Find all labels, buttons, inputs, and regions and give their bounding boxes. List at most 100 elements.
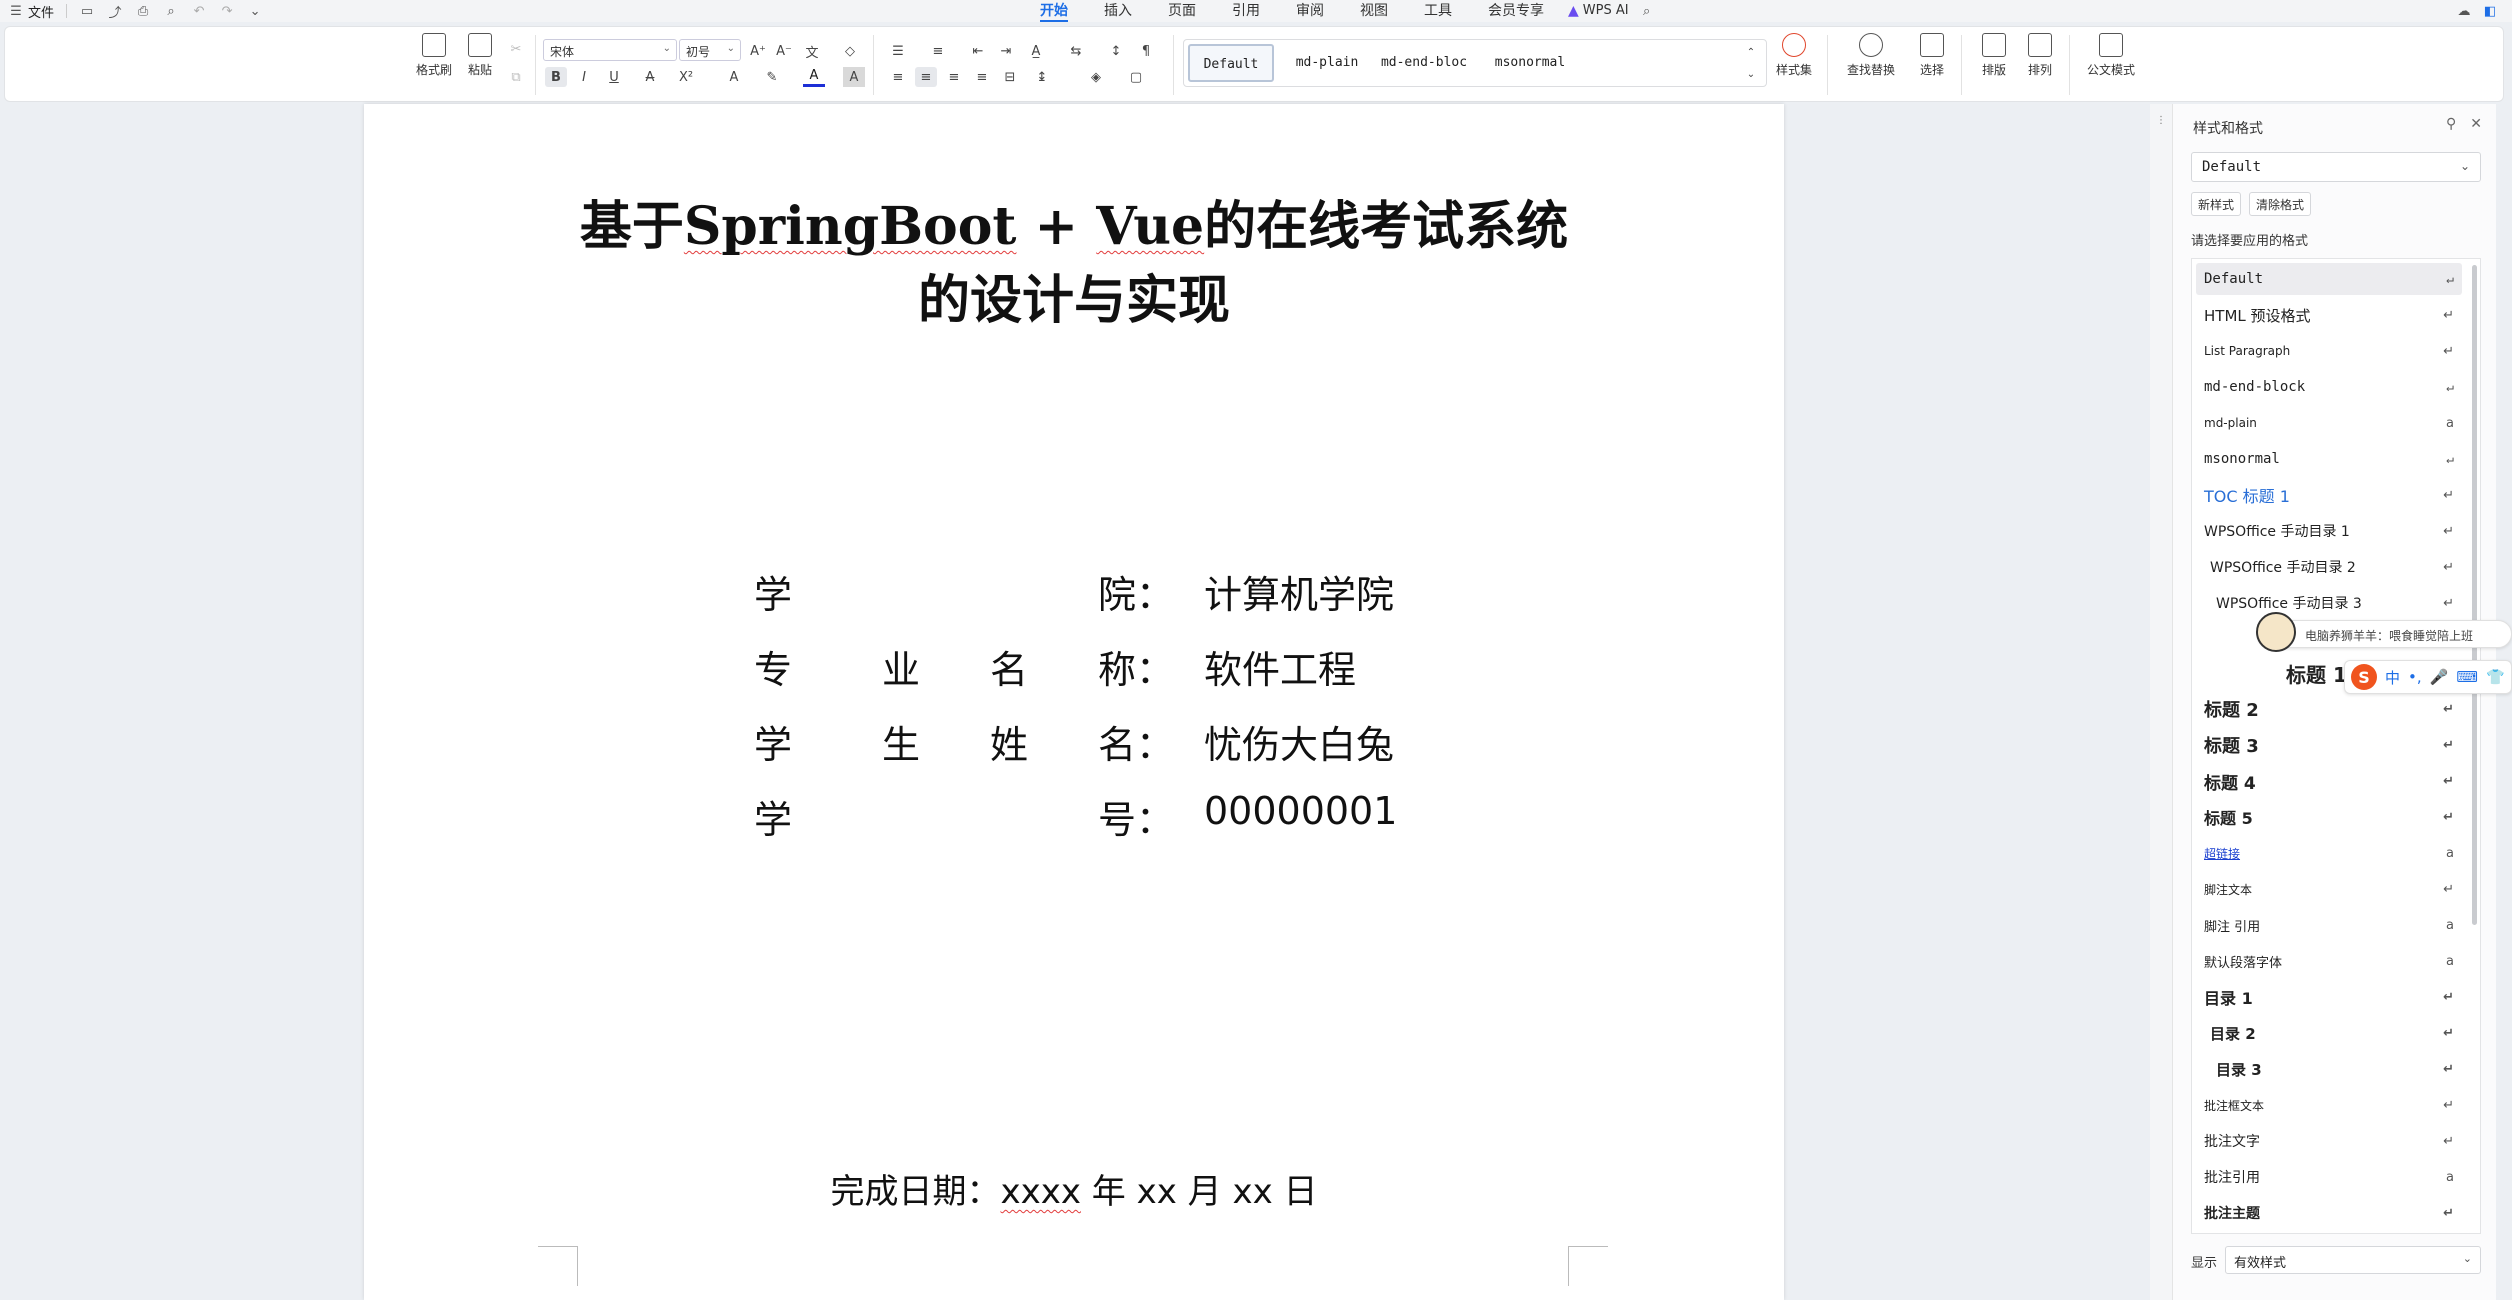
style-item-heading-4[interactable]: 标题 4 ↵ [2196,765,2462,797]
justify-icon[interactable]: ≡ [971,67,993,87]
style-item-comment-text[interactable]: 批注文字 ↵ [2196,1125,2462,1157]
redo-icon[interactable]: ↷ [219,3,235,19]
tab-view[interactable]: 视图 [1360,0,1388,22]
format-painter-button[interactable]: 格式刷 [411,33,457,78]
paste-button[interactable]: 粘贴 [457,33,503,78]
layout-button[interactable]: 排版 [1971,33,2017,78]
style-item-comment-reference[interactable]: 批注引用 a [2196,1161,2462,1193]
pin-icon[interactable]: ⚲ [2446,116,2456,132]
export-icon[interactable]: ⤴ [107,3,123,21]
italic-icon[interactable]: I [573,67,595,87]
gallery-style-default[interactable]: Default [1188,44,1274,82]
style-item-toc-3[interactable]: 目录 3 ↵ [2196,1053,2462,1085]
sogou-logo-icon[interactable]: S [2351,664,2377,690]
style-item-msonormal[interactable]: msonormal ↵ [2196,443,2462,475]
gallery-style-msonormal[interactable]: msonormal [1480,44,1580,82]
char-shading-icon[interactable]: A [843,67,865,87]
tab-member[interactable]: 会员专享 [1488,0,1544,22]
style-item-heading-5[interactable]: 标题 5 ↵ [2196,801,2462,833]
gallery-style-md-plain[interactable]: md-plain [1284,44,1370,82]
cut-icon[interactable]: ✂ [505,39,527,59]
undo-icon[interactable]: ↶ [191,3,207,19]
show-marks-icon[interactable]: ¶ [1135,41,1157,61]
align-right-icon[interactable]: ≡ [943,67,965,87]
gallery-expand-icon[interactable]: ⌄ [1740,64,1762,84]
align-center-icon[interactable]: ≡ [915,67,937,87]
style-item-wps-toc-1[interactable]: WPSOffice 手动目录 1 ↵ [2196,515,2462,547]
keyboard-icon[interactable]: ⌨ [2456,668,2478,686]
ime-mascot-icon[interactable] [2256,612,2296,652]
tab-insert[interactable]: 插入 [1104,0,1132,22]
phonetic-guide-icon[interactable]: 文 [801,41,823,61]
font-size-select[interactable]: 初号 ⌄ [679,39,741,61]
rail-handle-icon[interactable]: ⋮ [2150,110,2172,130]
clear-format-button[interactable]: 清除格式 [2249,192,2312,216]
style-item-footnote-reference[interactable]: 脚注 引用 a [2196,909,2462,941]
tab-review[interactable]: 审阅 [1296,0,1324,22]
style-list-scrollbar[interactable] [2472,265,2477,925]
cloud-sync-icon[interactable]: ☁ [2456,3,2472,19]
text-effect-icon[interactable]: A [723,67,745,87]
hamburger-menu-icon[interactable]: ☰ [8,3,24,19]
style-item-toc-2[interactable]: 目录 2 ↵ [2196,1017,2462,1049]
skin-icon[interactable]: 👕 [2486,668,2505,686]
clear-formatting-icon[interactable]: ◇ [839,41,861,61]
tab-page[interactable]: 页面 [1168,0,1196,22]
style-set-button[interactable]: 样式集 [1771,33,1817,78]
bold-icon[interactable]: B [545,67,567,87]
search-icon[interactable]: ⌕ [1639,3,1655,19]
superscript-icon[interactable]: X² [675,67,697,87]
grow-font-icon[interactable]: A⁺ [747,41,769,61]
bullet-list-icon[interactable]: ☰ [887,41,909,61]
style-item-heading-2[interactable]: 标题 2 ↵ [2196,693,2462,725]
style-item-heading-3[interactable]: 标题 3 ↵ [2196,729,2462,761]
font-color-icon[interactable]: A [803,67,825,87]
gallery-style-md-end-block[interactable]: md-end-bloc [1374,44,1474,82]
current-style-select[interactable]: Default ⌄ [2191,152,2481,182]
style-item-toc-heading[interactable]: TOC 标题 1 ↵ [2196,479,2462,511]
tab-tools[interactable]: 工具 [1424,0,1452,22]
style-item-wps-toc-3[interactable]: WPSOffice 手动目录 3 ↵ [2196,587,2462,619]
style-item-footnote-text[interactable]: 脚注文本 ↵ [2196,873,2462,905]
tab-references[interactable]: 引用 [1232,0,1260,22]
increase-indent-icon[interactable]: ⇥ [995,41,1017,61]
tab-home[interactable]: 开始 [1040,0,1068,22]
save-icon[interactable]: ▭ [79,3,95,19]
ime-tip-bubble[interactable]: 电脑养狮羊羊：喂食睡觉陪上班 [2258,620,2512,648]
align-left-icon[interactable]: ≡ [887,67,909,87]
style-item-default-paragraph-font[interactable]: 默认段落字体 a [2196,945,2462,977]
close-icon[interactable]: ✕ [2470,116,2482,132]
shading-icon[interactable]: ◈ [1085,67,1107,87]
text-direction-icon[interactable]: ⇆ [1065,41,1087,61]
panel-title[interactable]: 样式和格式 [2193,118,2263,138]
strikethrough-icon[interactable]: A [639,67,661,87]
punctuation-icon[interactable]: •, [2408,668,2422,686]
distribute-icon[interactable]: ⊟ [999,67,1021,87]
line-spacing-icon[interactable]: ↨ [1031,67,1053,87]
underline-icon[interactable]: U [603,67,625,87]
wps-ai-button[interactable]: ▲ WPS AI [1568,0,1629,22]
microphone-icon[interactable]: 🎤 [2430,668,2449,686]
print-preview-icon[interactable]: ⌕ [163,3,179,19]
style-item-hyperlink[interactable]: 超链接 a [2196,837,2462,869]
style-item-comment-subject[interactable]: 批注主题 ↵ [2196,1197,2462,1229]
account-icon[interactable]: ◧ [2482,3,2498,19]
decrease-indent-icon[interactable]: ⇤ [967,41,989,61]
file-menu[interactable]: 文件 [28,2,54,21]
display-filter-select[interactable]: 有效样式 ⌄ [2225,1246,2481,1274]
copy-icon[interactable]: ⧉ [505,67,527,87]
style-item-html-preformatted[interactable]: HTML 预设格式 ↵ [2196,299,2462,331]
style-item-wps-toc-2[interactable]: WPSOffice 手动目录 2 ↵ [2196,551,2462,583]
style-item-default[interactable]: Default ↵ [2196,263,2462,295]
ime-mode-toggle[interactable]: 中 [2385,667,2400,688]
style-item-toc-1[interactable]: 目录 1 ↵ [2196,981,2462,1013]
highlight-icon[interactable]: ✎ [761,67,783,87]
official-mode-button[interactable]: 公文模式 [2081,33,2141,78]
chinese-layout-icon[interactable]: A̲ [1025,41,1047,61]
border-icon[interactable]: ▢ [1125,67,1147,87]
find-replace-button[interactable]: 查找替换 [1841,33,1901,78]
sort-icon[interactable]: ↕ [1105,41,1127,61]
document-page[interactable]: 基于SpringBoot + Vue的在线考试系统 的设计与实现 学 院： 计算… [364,104,1784,1300]
style-item-list-paragraph[interactable]: List Paragraph ↵ [2196,335,2462,367]
style-item-balloon-text[interactable]: 批注框文本 ↵ [2196,1089,2462,1121]
